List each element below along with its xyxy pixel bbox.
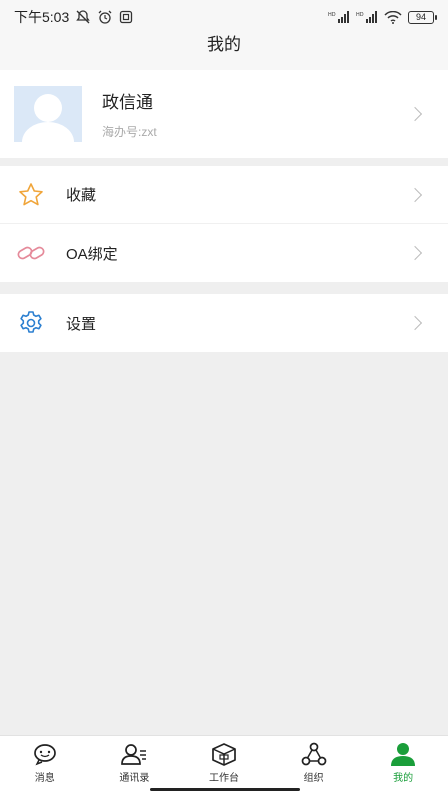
nav-label-contacts: 通讯录	[119, 773, 150, 784]
menu-group-main: 收藏 OA绑定	[0, 166, 448, 282]
menu-item-oa-bind[interactable]: OA绑定	[0, 224, 448, 282]
message-icon	[32, 742, 58, 766]
nav-label-organization: 组织	[303, 773, 324, 784]
page-title-bar: 我的	[0, 34, 448, 70]
screen: 下午5:03 HD HD 94 我的 政信通 海办号:zxt 收藏 OA绑定 设…	[0, 0, 448, 797]
menu-group-settings: 设置	[0, 294, 448, 352]
signal-hd-icon: HD	[328, 11, 350, 23]
menu-item-favorites[interactable]: 收藏	[0, 166, 448, 224]
menu-item-settings[interactable]: 设置	[0, 294, 448, 352]
nav-label-messages: 消息	[34, 773, 55, 784]
avatar	[14, 86, 82, 142]
svg-text:HD: HD	[356, 12, 364, 18]
link-icon	[16, 238, 46, 268]
nav-label-workbench: 工作台	[208, 773, 239, 784]
menu-label-oa-bind: OA绑定	[66, 245, 118, 263]
chevron-right-icon	[407, 106, 423, 122]
chevron-right-icon	[407, 187, 423, 203]
status-time: 下午5:03	[14, 9, 70, 25]
app-notification-icon	[119, 10, 133, 24]
menu-label-settings: 设置	[66, 315, 97, 333]
chevron-right-icon	[407, 245, 423, 261]
star-icon	[16, 180, 46, 210]
profile-name: 政信通	[102, 93, 153, 112]
signal-hd-icon-2: HD	[356, 11, 378, 23]
contacts-icon	[120, 742, 148, 766]
nav-label-me: 我的	[393, 773, 414, 784]
profile-id: 海办号:zxt	[102, 125, 157, 139]
nav-item-messages[interactable]: 消息	[5, 742, 85, 784]
page-title: 我的	[207, 35, 241, 54]
battery-indicator: 94	[408, 10, 437, 24]
nav-item-organization[interactable]: 组织	[274, 742, 354, 784]
profile-card[interactable]: 政信通 海办号:zxt	[0, 70, 448, 158]
gear-icon	[16, 308, 46, 338]
wifi-icon	[384, 10, 402, 24]
home-indicator	[150, 788, 300, 791]
organization-icon	[300, 742, 328, 766]
alarm-icon	[97, 9, 113, 25]
nav-item-contacts[interactable]: 通讯录	[94, 742, 174, 784]
workbench-icon	[210, 742, 238, 766]
nav-item-workbench[interactable]: 工作台	[184, 742, 264, 784]
me-icon	[389, 742, 417, 766]
menu-label-favorites: 收藏	[66, 187, 97, 204]
notification-off-icon	[75, 9, 91, 25]
svg-text:HD: HD	[328, 12, 336, 18]
status-bar: 下午5:03 HD HD 94	[0, 0, 448, 34]
chevron-right-icon	[407, 315, 423, 331]
nav-item-me[interactable]: 我的	[363, 742, 443, 784]
